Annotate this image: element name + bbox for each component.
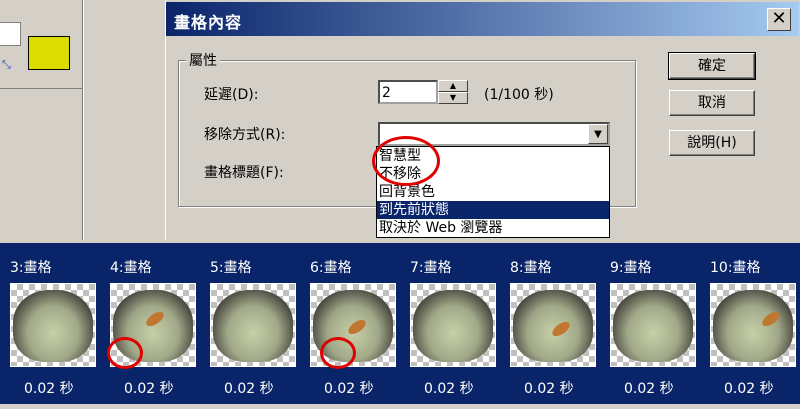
dialog-title: 畫格內容 bbox=[174, 13, 243, 32]
close-icon: ✕ bbox=[771, 8, 787, 29]
background-color-swatch[interactable] bbox=[0, 22, 21, 46]
frame-label: 3:畫格 bbox=[10, 260, 52, 276]
frame-thumbnail[interactable] bbox=[410, 283, 496, 367]
frame-label: 4:畫格 bbox=[110, 260, 152, 276]
frame-label: 6:畫格 bbox=[310, 260, 352, 276]
frame-delay[interactable]: 0.02 秒 bbox=[724, 378, 774, 398]
frame-label: 8:畫格 bbox=[510, 260, 552, 276]
frame-filmstrip: 3:畫格 0.02 秒 4:畫格 0.02 秒 5:畫格 0.02 秒 6:畫格… bbox=[0, 240, 800, 409]
frame-label: 5:畫格 bbox=[210, 260, 252, 276]
cancel-button[interactable]: 取消 bbox=[669, 90, 755, 116]
frame-delay[interactable]: 0.02 秒 bbox=[424, 378, 474, 398]
frame-cell[interactable]: 5:畫格 0.02 秒 bbox=[200, 243, 296, 409]
frame-delay[interactable]: 0.02 秒 bbox=[124, 378, 174, 398]
removal-label: 移除方式(R): bbox=[204, 127, 286, 143]
frame-cell[interactable]: 6:畫格 0.02 秒 bbox=[300, 243, 396, 409]
delay-unit: (1/100 秒) bbox=[484, 87, 554, 103]
filmstrip-scrollbar[interactable] bbox=[0, 404, 800, 409]
help-button[interactable]: 說明(H) bbox=[669, 130, 755, 156]
delay-input[interactable]: 2 bbox=[378, 80, 438, 104]
dropdown-option[interactable]: 回背景色 bbox=[377, 183, 609, 201]
annotation-circle bbox=[320, 337, 356, 369]
swap-colors-icon[interactable]: ⤡ bbox=[2, 58, 11, 72]
frame-label: 9:畫格 bbox=[610, 260, 652, 276]
foreground-color-swatch[interactable] bbox=[28, 36, 70, 70]
divider bbox=[83, 0, 84, 240]
frame-image bbox=[513, 290, 593, 362]
group-label: 屬性 bbox=[186, 50, 220, 70]
frame-delay[interactable]: 0.02 秒 bbox=[324, 378, 374, 398]
frame-cell[interactable]: 4:畫格 0.02 秒 bbox=[100, 243, 196, 409]
frame-label: 10:畫格 bbox=[710, 260, 761, 276]
spin-down-icon[interactable]: ▼ bbox=[438, 92, 468, 104]
dropdown-option-selected[interactable]: 到先前狀態 bbox=[377, 201, 609, 219]
frame-cell[interactable]: 9:畫格 0.02 秒 bbox=[600, 243, 696, 409]
frame-image bbox=[13, 290, 93, 362]
frame-label: 7:畫格 bbox=[410, 260, 452, 276]
ok-button[interactable]: 確定 bbox=[668, 52, 756, 80]
frame-cell[interactable]: 10:畫格 0.02 秒 bbox=[700, 243, 796, 409]
frame-delay[interactable]: 0.02 秒 bbox=[524, 378, 574, 398]
close-button[interactable]: ✕ bbox=[767, 8, 791, 31]
frame-image bbox=[613, 290, 693, 362]
frame-thumbnail[interactable] bbox=[610, 283, 696, 367]
frame-thumbnail[interactable] bbox=[710, 283, 796, 367]
frame-image bbox=[413, 290, 493, 362]
divider bbox=[0, 88, 82, 89]
frame-delay[interactable]: 0.02 秒 bbox=[224, 378, 274, 398]
frame-cell[interactable]: 3:畫格 0.02 秒 bbox=[0, 243, 96, 409]
frame-image bbox=[213, 290, 293, 362]
frame-thumbnail[interactable] bbox=[210, 283, 296, 367]
spin-up-icon[interactable]: ▲ bbox=[438, 80, 468, 92]
frame-delay[interactable]: 0.02 秒 bbox=[624, 378, 674, 398]
frame-cell[interactable]: 7:畫格 0.02 秒 bbox=[400, 243, 496, 409]
delay-label: 延遲(D): bbox=[204, 87, 259, 103]
background-panel: ⤡ bbox=[0, 0, 165, 240]
annotation-circle bbox=[372, 136, 440, 186]
annotation-circle bbox=[107, 337, 143, 369]
dialog-titlebar: 畫格內容 ✕ bbox=[166, 2, 799, 36]
frame-cell[interactable]: 8:畫格 0.02 秒 bbox=[500, 243, 596, 409]
delay-spinner[interactable]: ▲ ▼ bbox=[438, 80, 468, 104]
frame-image bbox=[713, 290, 793, 362]
frame-title-label: 畫格標題(F): bbox=[204, 165, 284, 181]
dropdown-option[interactable]: 取決於 Web 瀏覽器 bbox=[377, 219, 609, 237]
chevron-down-icon[interactable]: ▼ bbox=[588, 124, 608, 144]
frame-properties-dialog: 畫格內容 ✕ 屬性 延遲(D): 2 ▲ ▼ (1/100 秒) 移除方式(R)… bbox=[165, 0, 800, 240]
frame-thumbnail[interactable] bbox=[10, 283, 96, 367]
frame-delay[interactable]: 0.02 秒 bbox=[24, 378, 74, 398]
frame-thumbnail[interactable] bbox=[510, 283, 596, 367]
